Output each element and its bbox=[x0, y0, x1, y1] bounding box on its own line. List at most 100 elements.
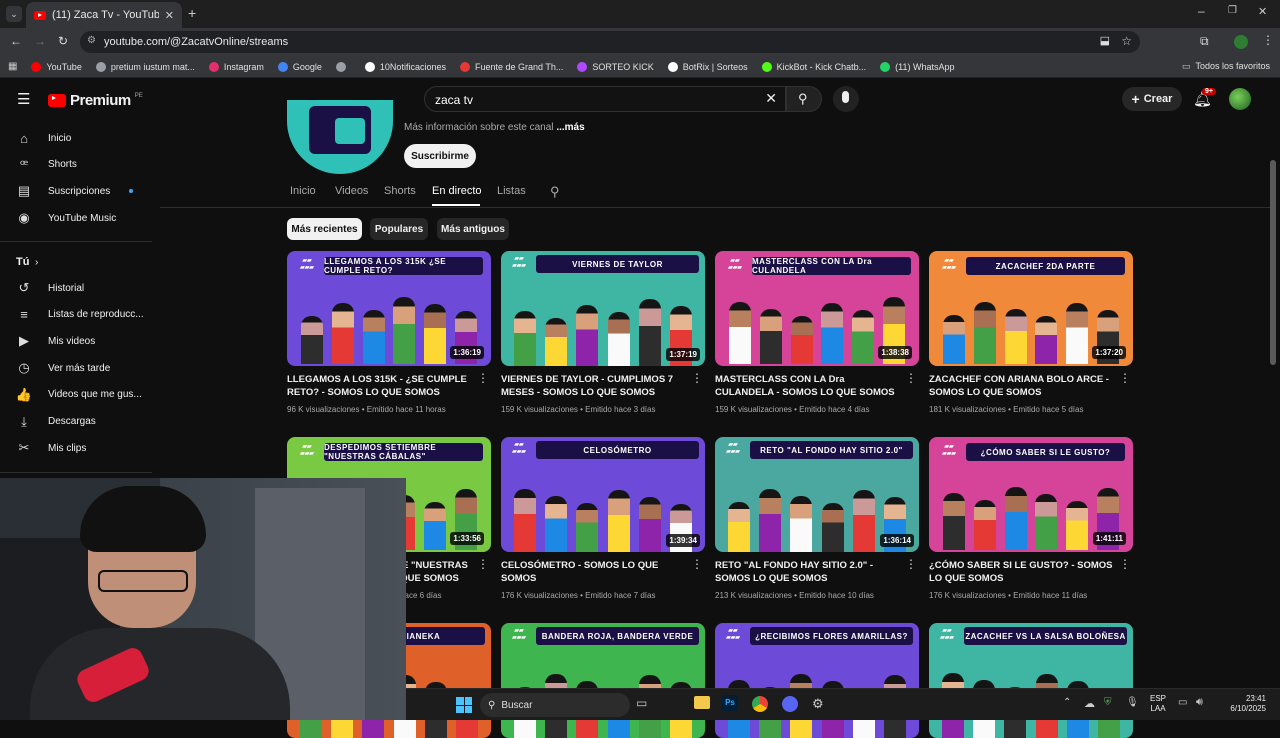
bookmark-item[interactable]: 10Notificaciones bbox=[364, 61, 446, 72]
address-bar[interactable]: ⚙ youtube.com/@ZacatvOnline/streams ☆ ⬓ bbox=[80, 31, 1140, 53]
video-thumbnail[interactable]: ▰▰ ▰▰▰ ZACACHEF 2DA PARTE 1:37:20 bbox=[929, 251, 1133, 366]
channel-more-info[interactable]: Más información sobre este canal ...más bbox=[404, 122, 585, 133]
page-scrollbar[interactable] bbox=[1270, 160, 1276, 365]
chip-populares[interactable]: Populares bbox=[370, 218, 428, 240]
more-options-icon[interactable]: ⋮ bbox=[905, 558, 917, 570]
youtube-logo[interactable]: Premium PE bbox=[48, 92, 143, 109]
bookmark-item[interactable]: YouTube bbox=[31, 61, 82, 72]
sidebar-item-playlists[interactable]: ≡ Listas de reproducc... bbox=[0, 302, 152, 328]
all-bookmarks[interactable]: ▭ Todos los favoritos bbox=[1182, 61, 1270, 72]
language-indicator[interactable]: ESP LAA bbox=[1150, 694, 1166, 714]
voice-search-button[interactable] bbox=[833, 86, 859, 112]
minimize-icon[interactable]: – bbox=[1198, 4, 1205, 18]
video-title[interactable]: ¿CÓMO SABER SI LE GUSTO? - SOMOS LO QUE … bbox=[929, 559, 1115, 585]
reload-icon[interactable]: ↻ bbox=[58, 34, 68, 48]
more-options-icon[interactable]: ⋮ bbox=[1119, 558, 1131, 570]
sidebar-item-shorts[interactable]: ꟹ Shorts bbox=[0, 152, 152, 178]
video-thumbnail[interactable]: ▰▰ ▰▰▰ MASTERCLASS CON LA Dra CULANDELA 1:3… bbox=[715, 251, 919, 366]
restore-icon[interactable]: ❐ bbox=[1228, 5, 1237, 16]
video-thumbnail[interactable]: ▰▰ ▰▰▰ ZACACHEF VS LA SALSA BOLOÑESA bbox=[929, 623, 1133, 738]
bookmark-item[interactable]: BotRix | Sorteos bbox=[667, 61, 748, 72]
video-thumbnail[interactable]: ▰▰ ▰▰▰ ¿RECIBIMOS FLORES AMARILLAS? bbox=[715, 623, 919, 738]
task-view-icon[interactable]: ▭ bbox=[636, 696, 647, 710]
video-thumbnail[interactable]: ▰▰ ▰▰▰ CELOSÓMETRO 1:39:34 bbox=[501, 437, 705, 552]
video-thumbnail[interactable]: ▰▰ ▰▰▰ VIERNES DE TAYLOR 1:37:19 bbox=[501, 251, 705, 366]
site-info-icon[interactable]: ⚙ bbox=[87, 35, 96, 46]
back-icon[interactable]: ← bbox=[10, 34, 22, 48]
search-button[interactable]: ⚲ bbox=[786, 86, 822, 112]
clear-search-icon[interactable]: ✕ bbox=[765, 90, 777, 107]
browser-menu-icon[interactable]: ⋮ bbox=[1262, 33, 1274, 47]
bookmark-item[interactable] bbox=[335, 61, 351, 72]
sidebar-item-downloads[interactable]: ⤓ Descargas bbox=[0, 409, 152, 435]
more-options-icon[interactable]: ⋮ bbox=[691, 372, 703, 384]
discord-icon[interactable] bbox=[782, 696, 798, 712]
video-title[interactable]: LLEGAMOS A LOS 315K - ¿SE CUMPLE RETO? -… bbox=[287, 373, 473, 399]
more-info-link[interactable]: ...más bbox=[556, 122, 584, 133]
start-button[interactable] bbox=[456, 697, 472, 713]
video-title[interactable]: VIERNES DE TAYLOR - CUMPLIMOS 7 MESES - … bbox=[501, 373, 687, 399]
tab-close-icon[interactable]: ✕ bbox=[165, 9, 174, 22]
tab-listas[interactable]: Listas bbox=[497, 185, 526, 197]
photoshop-icon[interactable]: Ps bbox=[722, 695, 738, 711]
create-button[interactable]: + Crear bbox=[1122, 87, 1182, 111]
bookmark-item[interactable]: Instagram bbox=[208, 61, 264, 72]
channel-search-icon[interactable]: ⚲ bbox=[550, 184, 560, 200]
extensions-icon[interactable]: ⧉ bbox=[1200, 34, 1209, 49]
video-title[interactable]: CELOSÓMETRO - SOMOS LO QUE SOMOS bbox=[501, 559, 687, 585]
window-close-icon[interactable]: ✕ bbox=[1258, 5, 1267, 18]
sidebar-item-youtube-music[interactable]: ◉ YouTube Music bbox=[0, 205, 152, 231]
network-icon[interactable]: ▭ bbox=[1178, 697, 1187, 708]
bookmark-item[interactable]: SORTEO KICK bbox=[577, 61, 654, 72]
video-title[interactable]: ZACACHEF CON ARIANA BOLO ARCE - SOMOS LO… bbox=[929, 373, 1115, 399]
taskbar-search[interactable]: ⚲ Buscar bbox=[480, 693, 630, 717]
bookmark-star-icon[interactable]: ☆ bbox=[1121, 34, 1132, 48]
bookmark-item[interactable]: Fuente de Grand Th... bbox=[459, 61, 563, 72]
video-title[interactable]: RETO "AL FONDO HAY SITIO 2.0" - SOMOS LO… bbox=[715, 559, 901, 585]
more-options-icon[interactable]: ⋮ bbox=[477, 558, 489, 570]
tab-en-directo[interactable]: En directo bbox=[432, 185, 482, 197]
sidebar-item-clips[interactable]: ✂ Mis clips bbox=[0, 435, 152, 461]
file-explorer-icon[interactable] bbox=[694, 696, 710, 709]
sidebar-item-inicio[interactable]: ⌂ Inicio bbox=[0, 125, 152, 151]
video-thumbnail[interactable]: ▰▰ ▰▰▰ LLEGAMOS A LOS 315K ¿SE CUMPLE RETO… bbox=[287, 251, 491, 366]
tray-chevron-icon[interactable]: ⌃ bbox=[1063, 697, 1071, 708]
forward-icon[interactable]: → bbox=[34, 34, 46, 48]
sidebar-item-history[interactable]: ↺ Historial bbox=[0, 275, 152, 301]
chip-más-antiguos[interactable]: Más antiguos bbox=[437, 218, 509, 240]
browser-tab-active[interactable]: (11) Zaca Tv - YouTube ✕ bbox=[26, 2, 182, 28]
more-options-icon[interactable]: ⋮ bbox=[477, 372, 489, 384]
channel-avatar[interactable] bbox=[287, 100, 393, 174]
new-tab-icon[interactable]: + bbox=[188, 5, 196, 21]
notifications-button[interactable]: 🔔︎ 9+ bbox=[1193, 88, 1216, 108]
subscribe-button[interactable]: Suscribirme bbox=[404, 144, 476, 168]
sidebar-item-watch-later[interactable]: ◷ Ver más tarde bbox=[0, 355, 152, 381]
video-thumbnail[interactable]: ▰▰ ▰▰▰ BANDERA ROJA, BANDERA VERDE bbox=[501, 623, 705, 738]
search-input[interactable]: zaca tv ✕ bbox=[424, 86, 786, 112]
video-thumbnail[interactable]: ▰▰ ▰▰▰ RETO "AL FONDO HAY SITIO 2.0" 1:36:1… bbox=[715, 437, 919, 552]
more-options-icon[interactable]: ⋮ bbox=[1119, 372, 1131, 384]
security-icon[interactable]: ⛨ bbox=[1104, 697, 1112, 708]
video-title[interactable]: MASTERCLASS CON LA Dra CULANDELA - SOMOS… bbox=[715, 373, 901, 399]
video-thumbnail[interactable]: ▰▰ ▰▰▰ ¿CÓMO SABER SI LE GUSTO? 1:41:11 bbox=[929, 437, 1133, 552]
profile-avatar[interactable] bbox=[1234, 35, 1248, 49]
sidebar-item-my-videos[interactable]: ▶ Mis videos bbox=[0, 328, 152, 354]
chrome-icon[interactable] bbox=[752, 696, 768, 712]
install-icon[interactable]: ⬓ bbox=[1100, 34, 1110, 47]
tab-search-icon[interactable]: ⌄ bbox=[6, 6, 22, 22]
tab-shorts[interactable]: Shorts bbox=[384, 185, 416, 197]
tab-videos[interactable]: Videos bbox=[335, 185, 368, 197]
mic-tray-icon[interactable]: 🎙︎ bbox=[1126, 697, 1139, 708]
clock[interactable]: 23:41 6/10/2025 bbox=[1226, 694, 1266, 714]
more-options-icon[interactable]: ⋮ bbox=[691, 558, 703, 570]
hamburger-menu-icon[interactable]: ☰ bbox=[17, 90, 30, 108]
app-icon[interactable]: ⚙ bbox=[812, 696, 824, 712]
tab-inicio[interactable]: Inicio bbox=[290, 185, 316, 197]
bookmark-item[interactable]: pretium iustum mat... bbox=[95, 61, 195, 72]
sidebar-item-liked[interactable]: 👍 Videos que me gus... bbox=[0, 382, 152, 408]
bookmark-item[interactable]: (11) WhatsApp bbox=[880, 61, 954, 72]
chip-más-recientes[interactable]: Más recientes bbox=[287, 218, 362, 240]
more-options-icon[interactable]: ⋮ bbox=[905, 372, 917, 384]
sidebar-item-suscripciones[interactable]: ▤ Suscripciones bbox=[0, 178, 152, 204]
bookmark-item[interactable]: Google bbox=[277, 61, 322, 72]
